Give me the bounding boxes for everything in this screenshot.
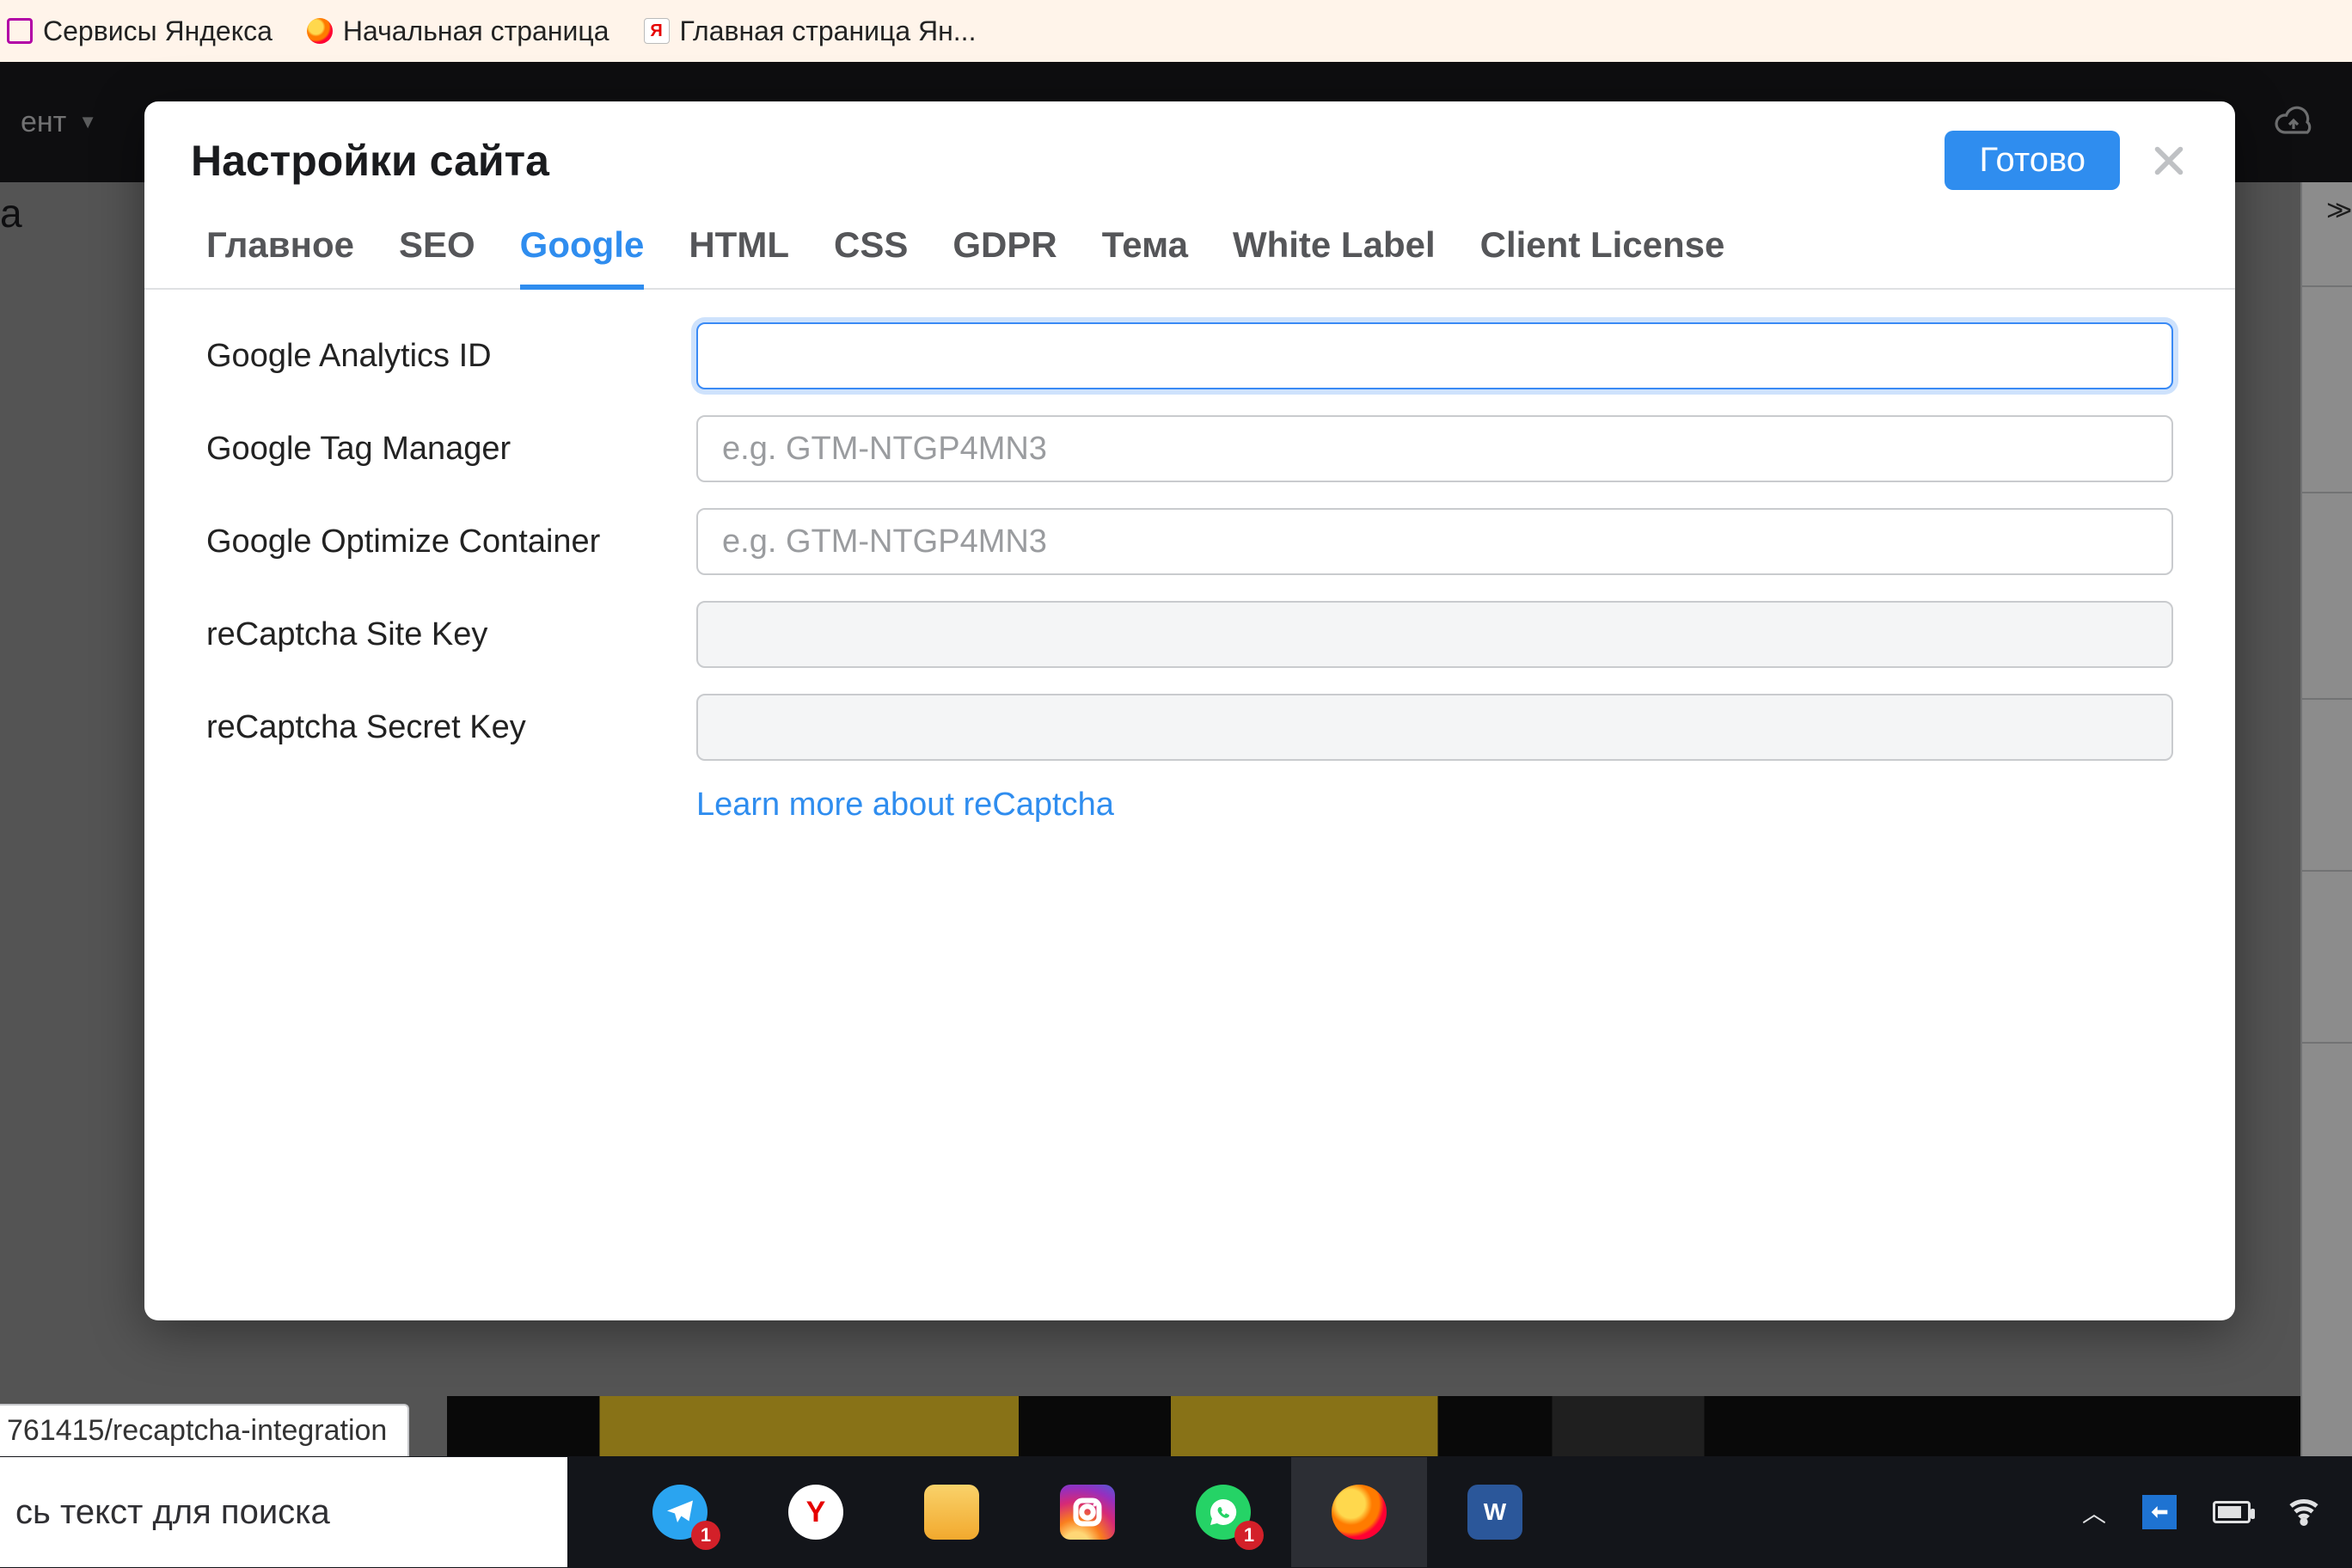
taskbar-app-explorer[interactable]	[884, 1457, 1020, 1567]
recaptcha-site-label: reCaptcha Site Key	[206, 616, 671, 653]
recaptcha-site-input[interactable]	[696, 601, 2173, 668]
tray-app-icon[interactable]	[2142, 1495, 2177, 1529]
recaptcha-secret-input[interactable]	[696, 694, 2173, 761]
taskbar-app-firefox[interactable]	[1291, 1457, 1427, 1567]
taskbar-apps: 1 Y 1 W	[612, 1457, 1563, 1567]
done-button[interactable]: Готово	[1945, 131, 2120, 190]
bookmark-label: Начальная страница	[343, 15, 609, 47]
tray-overflow-icon[interactable]: ︿	[2082, 1495, 2106, 1529]
optimize-label: Google Optimize Container	[206, 524, 671, 560]
bookmark-label: Сервисы Яндекса	[43, 15, 273, 47]
settings-tabs: Главное SEO Google HTML CSS GDPR Тема Wh…	[144, 199, 2235, 290]
tab-main[interactable]: Главное	[206, 224, 354, 288]
ga-id-label: Google Analytics ID	[206, 338, 671, 375]
windows-taskbar: сь текст для поиска 1 Y 1	[0, 1456, 2352, 1568]
taskbar-app-yandex[interactable]: Y	[748, 1457, 884, 1567]
modal-header: Настройки сайта Готово	[144, 101, 2235, 199]
ga-id-input[interactable]	[696, 322, 2173, 389]
system-tray: ︿	[2082, 1493, 2352, 1532]
recaptcha-secret-label: reCaptcha Secret Key	[206, 709, 671, 746]
status-bar-url: 761415/recaptcha-integration	[0, 1404, 409, 1456]
tab-html[interactable]: HTML	[689, 224, 789, 288]
browser-bookmarks-bar: Сервисы Яндекса Начальная страница Я Гла…	[0, 0, 2352, 62]
notification-badge: 1	[1234, 1521, 1264, 1550]
yandex-icon: Я	[644, 18, 670, 44]
google-settings-form: Google Analytics ID Google Tag Manager G…	[144, 290, 2235, 856]
bookmark-item[interactable]: Сервисы Яндекса	[7, 15, 273, 47]
bookmark-icon	[7, 18, 33, 44]
taskbar-app-word[interactable]: W	[1427, 1457, 1563, 1567]
gtm-label: Google Tag Manager	[206, 431, 671, 468]
gtm-input[interactable]	[696, 415, 2173, 482]
firefox-icon	[1332, 1485, 1387, 1540]
tab-seo[interactable]: SEO	[399, 224, 475, 288]
tab-gdpr[interactable]: GDPR	[952, 224, 1057, 288]
yandex-icon: Y	[788, 1485, 843, 1540]
taskbar-app-telegram[interactable]: 1	[612, 1457, 748, 1567]
firefox-icon	[307, 18, 333, 44]
bookmark-item[interactable]: Я Главная страница Ян...	[644, 15, 977, 47]
tab-theme[interactable]: Тема	[1102, 224, 1188, 288]
instagram-icon	[1060, 1485, 1115, 1540]
tab-css[interactable]: CSS	[834, 224, 908, 288]
notification-badge: 1	[691, 1521, 720, 1550]
tab-google[interactable]: Google	[520, 224, 645, 290]
word-icon: W	[1467, 1485, 1522, 1540]
tab-white-label[interactable]: White Label	[1233, 224, 1436, 288]
battery-icon[interactable]	[2213, 1501, 2251, 1523]
bookmark-label: Главная страница Ян...	[680, 15, 977, 47]
tab-client-license[interactable]: Client License	[1480, 224, 1725, 288]
taskbar-app-instagram[interactable]	[1020, 1457, 1155, 1567]
modal-title: Настройки сайта	[191, 136, 549, 186]
learn-more-recaptcha-link[interactable]: Learn more about reCaptcha	[696, 787, 1114, 823]
file-explorer-icon	[924, 1485, 979, 1540]
bookmark-item[interactable]: Начальная страница	[307, 15, 609, 47]
site-settings-modal: Настройки сайта Готово Главное SEO Googl…	[144, 101, 2235, 1320]
taskbar-search-placeholder: сь текст для поиска	[15, 1493, 330, 1532]
taskbar-app-whatsapp[interactable]: 1	[1155, 1457, 1291, 1567]
wifi-icon[interactable]	[2287, 1493, 2321, 1532]
taskbar-search[interactable]: сь текст для поиска	[0, 1457, 567, 1567]
optimize-input[interactable]	[696, 508, 2173, 575]
close-icon[interactable]	[2149, 141, 2189, 181]
